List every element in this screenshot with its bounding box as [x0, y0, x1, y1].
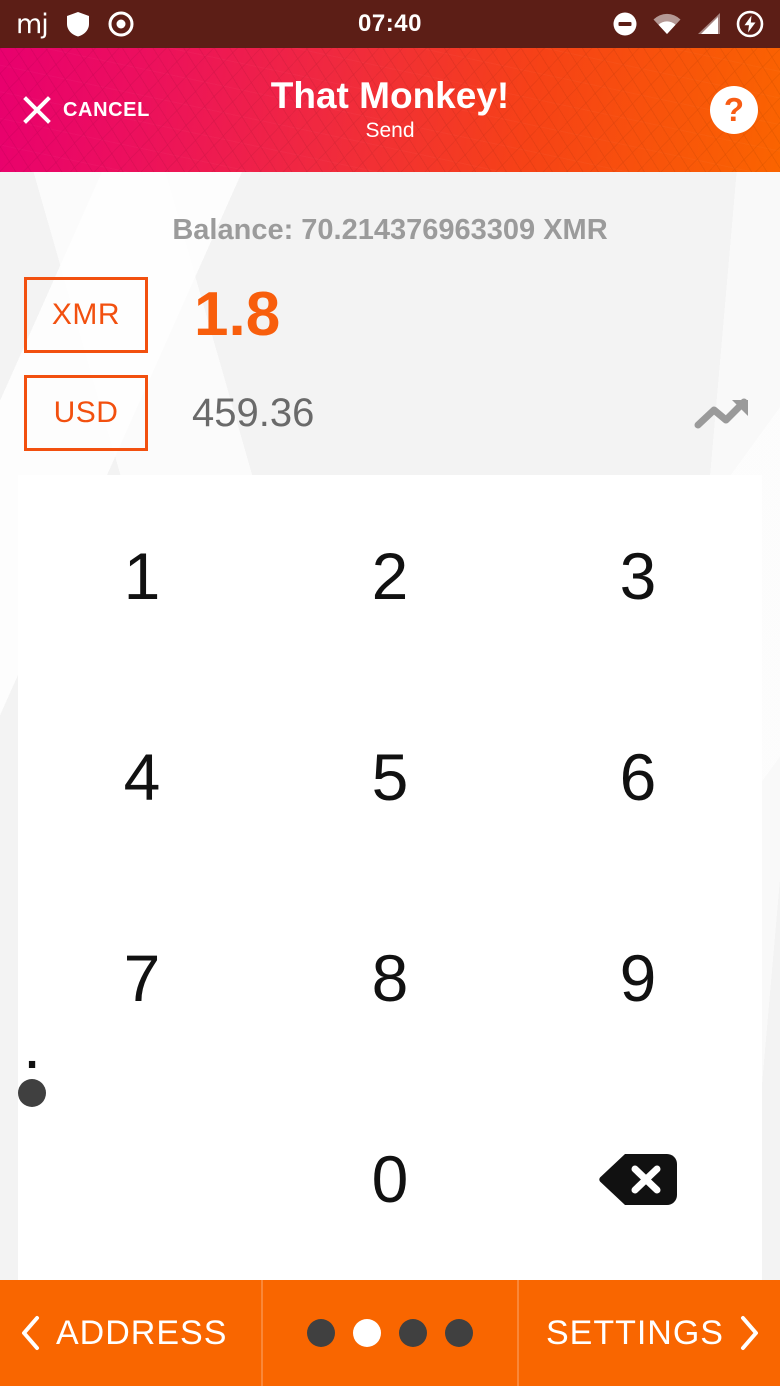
- key-3[interactable]: 3: [514, 475, 762, 676]
- trending-up-icon[interactable]: [694, 393, 756, 433]
- help-icon: ?: [723, 90, 745, 128]
- key-decimal[interactable]: .: [18, 1008, 46, 1107]
- main-content: Balance: 70.214376963309 XMR XMR 1.8 USD…: [0, 172, 780, 1280]
- target-icon: [108, 11, 134, 37]
- key-4[interactable]: 4: [18, 676, 266, 877]
- page-dot-2[interactable]: [353, 1319, 381, 1347]
- key-9[interactable]: 9: [514, 878, 762, 1079]
- mj-logo-icon: mj: [16, 8, 49, 40]
- key-backspace[interactable]: [514, 1079, 762, 1280]
- balance-section: Balance: 70.214376963309 XMR: [0, 172, 780, 247]
- nav-settings-label: SETTINGS: [545, 1313, 724, 1352]
- key-0[interactable]: 0: [266, 1079, 514, 1280]
- primary-amount-value[interactable]: 1.8: [194, 284, 280, 346]
- help-button[interactable]: ?: [710, 86, 758, 134]
- cancel-button-label: CANCEL: [63, 98, 150, 121]
- backspace-icon: [599, 1153, 677, 1205]
- app-root: mj 07:40 CANCEL That Monkey! Send ? Bala…: [0, 0, 780, 1386]
- nav-address-button[interactable]: ADDRESS: [0, 1280, 261, 1386]
- key-6[interactable]: 6: [514, 676, 762, 877]
- secondary-amount-value[interactable]: 459.36: [192, 393, 314, 433]
- status-bar-left-icons: mj: [16, 11, 134, 38]
- key-2[interactable]: 2: [266, 475, 514, 676]
- bottom-navigation-bar: ADDRESS SETTINGS: [0, 1280, 780, 1386]
- nav-address-label: ADDRESS: [56, 1313, 228, 1352]
- charging-bolt-icon: [736, 10, 764, 38]
- currency-selector-xmr-label: XMR: [51, 298, 121, 331]
- key-8[interactable]: 8: [266, 878, 514, 1079]
- page-dot-4[interactable]: [445, 1319, 473, 1347]
- currency-selector-usd[interactable]: USD: [24, 375, 148, 451]
- app-header: CANCEL That Monkey! Send ?: [0, 48, 780, 172]
- cell-signal-icon: [698, 13, 720, 34]
- balance-label: Balance: 70.214376963309 XMR: [172, 214, 608, 246]
- secondary-amount-row: USD 459.36: [24, 375, 756, 451]
- status-bar: mj 07:40: [0, 0, 780, 48]
- key-7[interactable]: 7: [18, 878, 266, 1079]
- chevron-right-icon: [741, 1316, 758, 1350]
- nav-settings-button[interactable]: SETTINGS: [519, 1280, 780, 1386]
- chevron-left-icon: [22, 1316, 39, 1350]
- shield-icon: [66, 12, 89, 37]
- primary-amount-row: XMR 1.8: [24, 277, 756, 353]
- wifi-icon: [653, 13, 681, 34]
- currency-selector-xmr[interactable]: XMR: [24, 277, 148, 353]
- page-dot-1[interactable]: [307, 1319, 335, 1347]
- cancel-button[interactable]: CANCEL: [22, 95, 150, 125]
- amount-entry-section: XMR 1.8 USD 459.36: [0, 247, 780, 451]
- close-icon: [23, 96, 51, 124]
- currency-selector-usd-label: USD: [53, 396, 119, 429]
- page-indicator-dots: [261, 1280, 519, 1386]
- page-dot-3[interactable]: [399, 1319, 427, 1347]
- numeric-keypad: 1 2 3 4 5 6 7 8 9 . 0: [18, 475, 762, 1280]
- status-bar-right-icons: [612, 10, 764, 38]
- do-not-disturb-icon: [613, 12, 637, 36]
- key-5[interactable]: 5: [266, 676, 514, 877]
- key-1[interactable]: 1: [18, 475, 266, 676]
